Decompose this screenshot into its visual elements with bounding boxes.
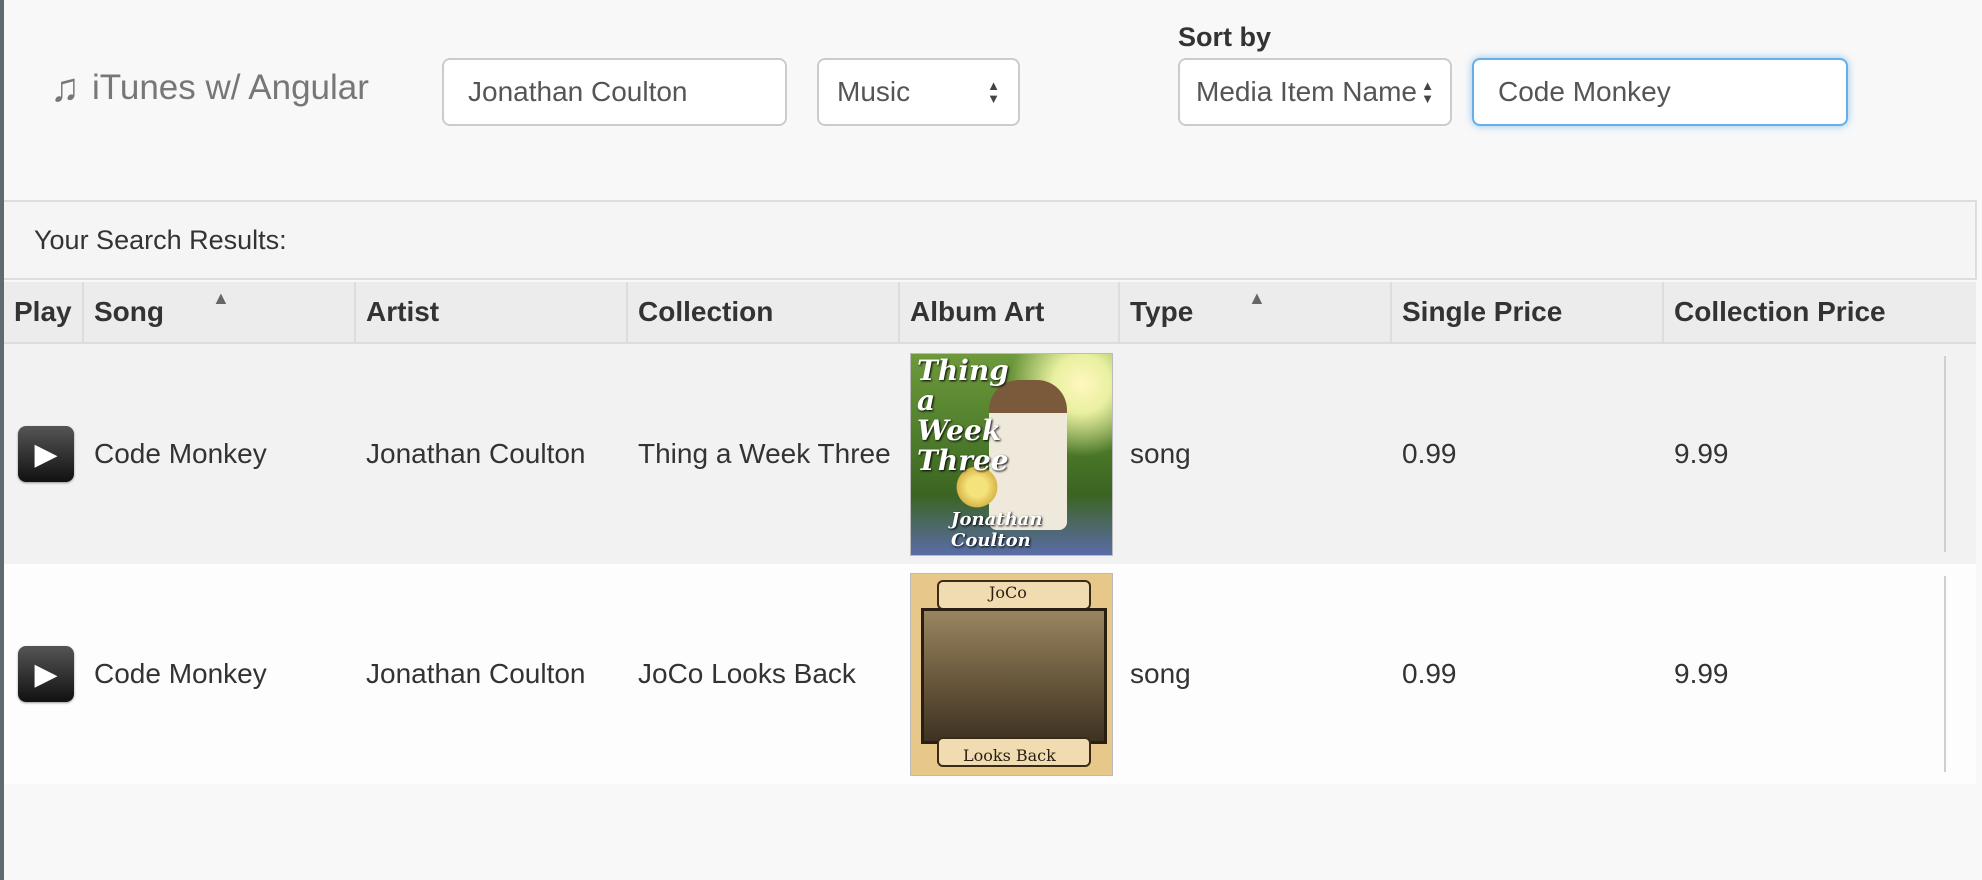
collection-price-cell: 9.99 bbox=[1664, 564, 1976, 784]
type-cell: song bbox=[1130, 438, 1191, 469]
sort-by-value: Media Item Name bbox=[1196, 76, 1417, 107]
column-header-collection-price[interactable]: Collection Price bbox=[1664, 282, 1976, 342]
play-icon: ▶ bbox=[34, 657, 58, 691]
collection-price-cell: 9.99 bbox=[1664, 344, 1976, 564]
results-table: Play Song ▲ Artist Collection Album Art … bbox=[4, 282, 1976, 784]
artist-cell: Jonathan Coulton bbox=[366, 658, 586, 689]
sort-by-label: Sort by bbox=[1178, 22, 1272, 52]
album-art-title: Thing a Week Three bbox=[917, 353, 1009, 477]
column-header-song[interactable]: Song ▲ bbox=[84, 282, 356, 342]
song-cell: Code Monkey bbox=[94, 658, 267, 689]
artist-cell: Jonathan Coulton bbox=[366, 438, 586, 469]
music-note-icon: ♫ bbox=[50, 66, 80, 110]
album-art-image: JoCo Looks Back bbox=[910, 572, 1113, 776]
filter-value: Code Monkey bbox=[1498, 76, 1671, 107]
single-price-cell: 0.99 bbox=[1402, 658, 1457, 689]
filter-input[interactable]: Code Monkey bbox=[1472, 58, 1848, 126]
column-header-collection[interactable]: Collection bbox=[628, 282, 900, 342]
brand[interactable]: ♫ iTunes w/ Angular bbox=[50, 68, 369, 108]
table-header: Play Song ▲ Artist Collection Album Art … bbox=[4, 282, 1976, 344]
media-type-value: Music bbox=[837, 76, 911, 107]
column-header-type[interactable]: Type ▲ bbox=[1120, 282, 1392, 342]
brand-title: iTunes w/ Angular bbox=[92, 68, 369, 107]
results-panel-heading: Your Search Results: bbox=[4, 200, 1977, 280]
play-button[interactable]: ▶ bbox=[18, 646, 74, 702]
sort-ascending-icon: ▲ bbox=[1248, 288, 1266, 308]
sort-by-select[interactable]: Media Item Name ▲ ▼ bbox=[1178, 58, 1452, 126]
column-header-artist[interactable]: Artist bbox=[356, 282, 628, 342]
play-icon: ▶ bbox=[34, 437, 58, 471]
results-heading-text: Your Search Results: bbox=[34, 224, 287, 255]
table-row: ▶ Code Monkey Jonathan Coulton JoCo Look… bbox=[4, 564, 1976, 784]
song-cell: Code Monkey bbox=[94, 438, 267, 469]
table-row: ▶ Code Monkey Jonathan Coulton Thing a W… bbox=[4, 344, 1976, 564]
single-price-cell: 0.99 bbox=[1402, 438, 1457, 469]
search-term-value: Jonathan Coulton bbox=[468, 76, 688, 107]
album-art-image: Thing a Week Three Jonathan Coulton bbox=[910, 352, 1113, 556]
album-art-credit: Jonathan Coulton bbox=[951, 508, 1043, 551]
select-updown-icon: ▲ ▼ bbox=[987, 78, 1000, 106]
collection-cell: JoCo Looks Back bbox=[638, 658, 856, 689]
album-art-credit: Looks Back bbox=[963, 745, 1056, 765]
search-term-input[interactable]: Jonathan Coulton bbox=[442, 58, 787, 126]
sort-ascending-icon: ▲ bbox=[212, 288, 230, 308]
play-button[interactable]: ▶ bbox=[18, 426, 74, 482]
column-header-single-price[interactable]: Single Price bbox=[1392, 282, 1664, 342]
album-art-title: JoCo bbox=[989, 582, 1027, 602]
media-type-select[interactable]: Music ▲ ▼ bbox=[817, 58, 1020, 126]
column-header-play[interactable]: Play bbox=[4, 282, 84, 342]
column-header-album-art[interactable]: Album Art bbox=[900, 282, 1120, 342]
select-updown-icon: ▲ ▼ bbox=[1421, 78, 1434, 106]
collection-cell: Thing a Week Three bbox=[638, 438, 891, 469]
type-cell: song bbox=[1130, 658, 1191, 689]
